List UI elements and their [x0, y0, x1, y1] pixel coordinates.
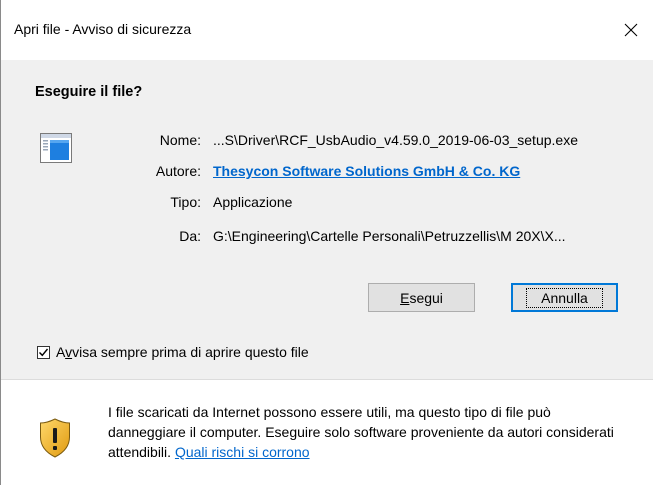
close-button[interactable] — [609, 0, 653, 60]
warning-message: I file scaricati da Internet possono ess… — [108, 402, 628, 462]
name-label: Nome: — [159, 132, 201, 148]
author-link[interactable]: Thesycon Software Solutions GmbH & Co. K… — [213, 163, 520, 179]
cancel-button-label: Annulla — [526, 287, 603, 308]
from-value: G:\Engineering\Cartelle Personali\Petruz… — [213, 228, 566, 244]
security-shield-icon — [40, 418, 70, 458]
type-label: Tipo: — [170, 194, 201, 210]
run-button[interactable]: Esegui — [368, 283, 475, 312]
risk-info-link[interactable]: Quali rischi si corrono — [175, 444, 310, 460]
type-value: Applicazione — [213, 194, 293, 210]
dialog-body: Eseguire il file? Nome: ...S\Driver\RCF_… — [1, 60, 653, 379]
security-warning-dialog: Apri file - Avviso di sicurezza Eseguire… — [0, 0, 653, 486]
from-label: Da: — [179, 228, 201, 244]
author-label: Autore: — [155, 163, 201, 179]
always-warn-label[interactable]: Avvisa sempre prima di aprire questo fil… — [56, 344, 309, 360]
close-icon — [624, 23, 638, 37]
warning-footer: I file scaricati da Internet possono ess… — [1, 379, 653, 486]
dialog-heading: Eseguire il file? — [35, 84, 143, 100]
checkmark-icon — [39, 348, 49, 357]
cancel-button[interactable]: Annulla — [511, 283, 618, 312]
run-button-label: Esegui — [400, 289, 443, 306]
window-title: Apri file - Avviso di sicurezza — [14, 21, 192, 37]
always-warn-checkbox[interactable] — [37, 346, 50, 359]
name-value: ...S\Driver\RCF_UsbAudio_v4.59.0_2019-06… — [213, 132, 578, 148]
title-bar: Apri file - Avviso di sicurezza — [1, 0, 653, 60]
